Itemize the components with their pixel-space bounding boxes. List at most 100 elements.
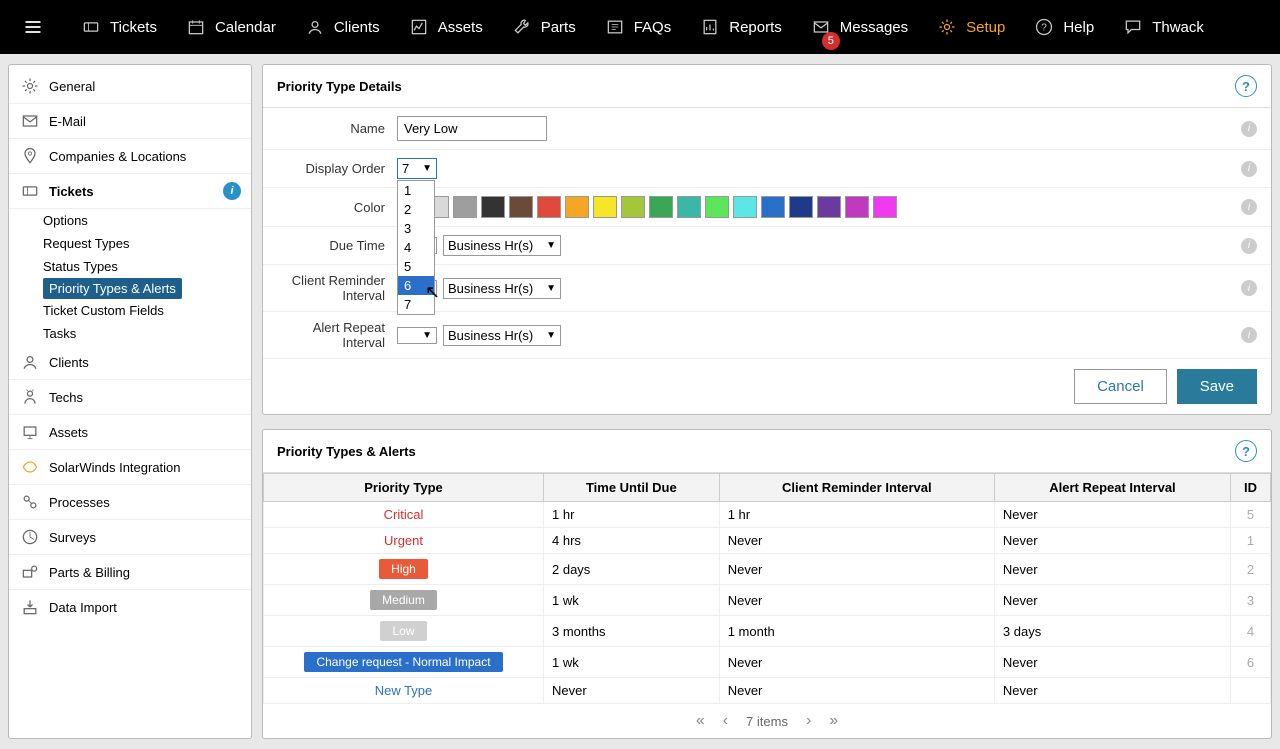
info-icon[interactable]: i	[1241, 327, 1257, 343]
nav-tickets[interactable]: Tickets	[66, 0, 171, 54]
color-swatch[interactable]	[565, 196, 589, 218]
help-icon[interactable]: ?	[1235, 440, 1257, 462]
prev-page-icon[interactable]: ‹	[723, 712, 728, 730]
submenu-status-types[interactable]: Status Types	[43, 255, 251, 278]
color-swatch[interactable]	[817, 196, 841, 218]
info-icon[interactable]: i	[1241, 121, 1257, 137]
next-page-icon[interactable]: ›	[806, 712, 811, 730]
sidebar-submenu: OptionsRequest TypesStatus TypesPriority…	[9, 209, 251, 345]
sidebar-companies-locations[interactable]: Companies & Locations	[9, 139, 251, 174]
svg-text:?: ?	[1042, 22, 1048, 33]
dropdown-option[interactable]: 6	[398, 276, 434, 295]
color-swatch[interactable]	[873, 196, 897, 218]
col-header[interactable]: ID	[1231, 474, 1271, 502]
info-icon[interactable]: i	[1241, 161, 1257, 177]
gear-icon	[19, 75, 41, 97]
sidebar-e-mail[interactable]: E-Mail	[9, 104, 251, 139]
color-swatch[interactable]	[733, 196, 757, 218]
sidebar-processes[interactable]: Processes	[9, 485, 251, 520]
nav-clients[interactable]: Clients	[290, 0, 394, 54]
nav-thwack[interactable]: Thwack	[1108, 0, 1218, 54]
first-page-icon[interactable]: «	[696, 712, 705, 730]
dropdown-option[interactable]: 1	[398, 181, 434, 200]
color-swatch[interactable]	[593, 196, 617, 218]
priority-badge[interactable]: Medium	[370, 590, 437, 610]
info-icon[interactable]: i	[1241, 280, 1257, 296]
col-header[interactable]: Client Reminder Interval	[719, 474, 994, 502]
sidebar-surveys[interactable]: Surveys	[9, 520, 251, 555]
client-reminder-unit-select[interactable]: Business Hr(s)▼	[443, 278, 561, 299]
alert-repeat-unit-select[interactable]: Business Hr(s)▼	[443, 325, 561, 346]
parts-icon	[19, 561, 41, 583]
dropdown-option[interactable]: 4	[398, 238, 434, 257]
color-swatch[interactable]	[453, 196, 477, 218]
help-icon[interactable]: ?	[1235, 75, 1257, 97]
sidebar-tickets[interactable]: Ticketsi	[9, 174, 251, 209]
sidebar-clients[interactable]: Clients	[9, 345, 251, 380]
priority-types-table: Priority TypeTime Until DueClient Remind…	[263, 473, 1271, 704]
color-swatch[interactable]	[649, 196, 673, 218]
nav-calendar[interactable]: Calendar	[171, 0, 290, 54]
color-swatch[interactable]	[537, 196, 561, 218]
col-header[interactable]: Priority Type	[264, 474, 544, 502]
nav-reports[interactable]: Reports	[685, 0, 796, 54]
nav-label: Messages	[840, 19, 908, 36]
submenu-request-types[interactable]: Request Types	[43, 232, 251, 255]
color-swatch[interactable]	[845, 196, 869, 218]
priority-link[interactable]: Critical	[384, 507, 424, 522]
cell-cri: 1 month	[719, 616, 994, 647]
sidebar-techs[interactable]: Techs	[9, 380, 251, 415]
color-swatch[interactable]	[789, 196, 813, 218]
submenu-options[interactable]: Options	[43, 209, 251, 232]
alert-repeat-value-select[interactable]: ▼	[397, 327, 437, 344]
priority-link[interactable]: Urgent	[384, 533, 423, 548]
cancel-button[interactable]: Cancel	[1074, 369, 1167, 404]
sidebar-label: E-Mail	[49, 114, 86, 129]
survey-icon	[19, 526, 41, 548]
color-swatch[interactable]	[677, 196, 701, 218]
hamburger-icon[interactable]	[8, 0, 66, 54]
last-page-icon[interactable]: »	[829, 712, 838, 730]
sidebar-assets[interactable]: Assets	[9, 415, 251, 450]
dropdown-option[interactable]: 3	[398, 219, 434, 238]
priority-link[interactable]: New Type	[375, 683, 433, 698]
due-time-unit-select[interactable]: Business Hr(s)▼	[443, 235, 561, 256]
nav-label: Calendar	[215, 19, 276, 36]
col-header[interactable]: Time Until Due	[544, 474, 720, 502]
submenu-priority-types-alerts[interactable]: Priority Types & Alerts	[43, 278, 182, 299]
sidebar-solarwinds-integration[interactable]: SolarWinds Integration	[9, 450, 251, 485]
info-badge-icon[interactable]: i	[223, 182, 241, 200]
dropdown-option[interactable]: 5	[398, 257, 434, 276]
priority-badge[interactable]: High	[379, 559, 428, 579]
submenu-tasks[interactable]: Tasks	[43, 322, 251, 345]
col-header[interactable]: Alert Repeat Interval	[994, 474, 1230, 502]
color-swatch[interactable]	[509, 196, 533, 218]
display-order-select[interactable]: 7▼ 1234567	[397, 158, 437, 179]
sidebar-data-import[interactable]: Data Import	[9, 590, 251, 624]
nav-help[interactable]: ?Help	[1019, 0, 1108, 54]
save-button[interactable]: Save	[1177, 369, 1257, 404]
user-icon	[304, 16, 326, 38]
nav-parts[interactable]: Parts	[497, 0, 590, 54]
cell-id: 3	[1231, 585, 1271, 616]
nav-messages[interactable]: Messages5	[796, 0, 922, 54]
nav-faqs[interactable]: FAQs	[590, 0, 686, 54]
dropdown-option[interactable]: 2	[398, 200, 434, 219]
dropdown-option[interactable]: 7	[398, 295, 434, 314]
nav-assets[interactable]: Assets	[394, 0, 497, 54]
color-swatch[interactable]	[705, 196, 729, 218]
sidebar-parts-billing[interactable]: Parts & Billing	[9, 555, 251, 590]
nav-setup[interactable]: Setup	[922, 0, 1019, 54]
nav-label: Clients	[334, 19, 380, 36]
priority-badge[interactable]: Low	[380, 621, 426, 641]
info-icon[interactable]: i	[1241, 199, 1257, 215]
cell-cri: Never	[719, 678, 994, 704]
sidebar-general[interactable]: General	[9, 69, 251, 104]
name-input[interactable]	[397, 116, 547, 141]
submenu-ticket-custom-fields[interactable]: Ticket Custom Fields	[43, 299, 251, 322]
color-swatch[interactable]	[621, 196, 645, 218]
color-swatch[interactable]	[761, 196, 785, 218]
priority-badge[interactable]: Change request - Normal Impact	[304, 652, 502, 672]
color-swatch[interactable]	[481, 196, 505, 218]
info-icon[interactable]: i	[1241, 238, 1257, 254]
